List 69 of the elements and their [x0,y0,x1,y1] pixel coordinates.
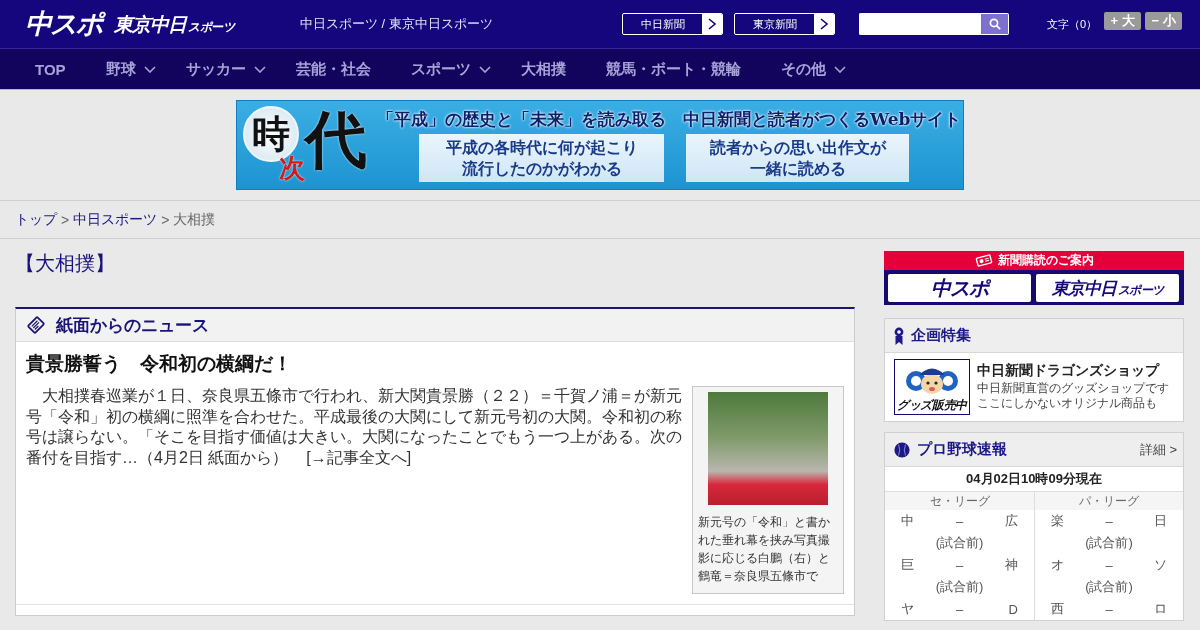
nav-item[interactable]: スポーツ [390,49,501,89]
score: – [1105,557,1113,573]
ribbon-icon [894,326,904,345]
detail-link[interactable]: 詳細 > [1139,440,1177,459]
nav-item[interactable]: 競馬・ボート・競輪 [585,49,761,89]
panel-title: 企画特集 [911,326,971,345]
team-name: オ [1051,556,1064,574]
site-title: 中日スポーツ / 東京中日スポーツ [300,15,494,33]
score: – [955,513,964,529]
breadcrumb-link[interactable]: トップ [15,210,57,229]
ticket-icon [974,254,993,267]
site-logo[interactable]: 東京中日スポーツ [114,14,234,34]
score: – [955,557,964,573]
baseball-icon [894,441,910,458]
team-name: D [1008,601,1018,617]
chevron-right-icon [702,14,722,34]
feature-description: 中日新聞直営のグッズショップです ここにしかないオリジナル商品も [977,381,1169,411]
team-name: ソ [1154,556,1167,574]
banner-panel: 読者からの思い出作文が 一緒に読める [686,134,909,182]
banner-panel: 平成の各時代に何が起こり 流行したのかがわかる [419,134,664,182]
newspaper-logo-button[interactable]: 東京中日スポーツ [1036,274,1179,302]
league-name: パ・リーグ [1035,492,1183,510]
breadcrumb-separator: > [61,211,70,228]
team-name: ロ [1154,600,1167,618]
team-name: 中 [901,512,914,530]
score: – [1105,513,1113,529]
read-more-link[interactable]: [→記事全文へ] [306,448,412,466]
paper-link[interactable]: 東京新聞 [734,13,835,35]
subscription-title: 新聞購読のご案内 [997,252,1094,269]
category-title: 【大相撲】 [15,251,116,275]
panel-title: プロ野球速報 [917,440,1007,459]
score: – [955,601,964,617]
thumbnail-label: グッズ販売中 [897,398,967,413]
subscription-banner[interactable]: 新聞購読のご案内 中スポ 東京中日スポーツ [884,251,1184,305]
shop-thumbnail[interactable]: グッズ販売中 [894,359,970,415]
league-name: セ・リーグ [885,492,1034,510]
chevron-right-icon [814,14,834,34]
breadcrumb-link[interactable]: 中日スポーツ [73,210,158,229]
team-name: 楽 [1051,512,1064,530]
logo-character: 代 [305,109,368,171]
team-name: 神 [1005,556,1018,574]
panel-title: 紙面からのニュース [56,314,209,337]
score: – [1105,601,1113,617]
nav-item[interactable]: 芸能・社会 [275,49,391,89]
nav-item[interactable]: その他 [760,49,856,89]
article-title: 貴景勝誓う 令和初の横綱だ！ [26,352,293,376]
breadcrumb-separator: > [161,211,170,228]
nav-item[interactable]: 野球 [85,49,166,89]
newspaper-icon [26,315,46,335]
team-name: 日 [1154,512,1167,530]
banner-headline: 「平成」の歴史と「未来」を読み取る 中日新聞と読者がつくるWebサイト [377,108,963,130]
nav-item[interactable]: TOP [15,49,86,89]
feature-title[interactable]: 中日新聞ドラゴンズショップ [977,361,1169,379]
game-status: (試合前) [1084,534,1134,552]
nav-item[interactable]: サッカー [165,49,276,89]
article-text: 大相撲春巡業が１日、奈良県五條市で行われ、新大関貴景勝（２２）＝千賀ノ浦＝が新元号「令和」初の横綱に照準を合わせた。平成最後の大関にして新元号初の大関。令和初の称号は譲らない。「そこを目指す価値は大きい。大関になったことでもう一つ上がある。次の番付を目指す…（4月2日 紙面から） [→記事全文へ] [26,386,682,468]
team-name: 広 [1005,512,1018,530]
game-status: (試合前) [934,534,985,552]
photo-caption: 新元号の「令和」と書かれた垂れ幕を挟み写真撮影に応じる白鵬（右）と鶴竜＝奈良県五條市で [698,514,831,585]
team-name: 巨 [901,556,914,574]
paper-link[interactable]: 中日新聞 [622,13,723,35]
team-name: 西 [1051,600,1064,618]
game-status: (試合前) [934,578,985,596]
breadcrumb-current: 大相撲 [173,210,216,229]
nav-item[interactable]: 大相撲 [500,49,586,89]
newspaper-logo-button[interactable]: 中スポ [888,274,1031,302]
font-size-label: 文字（0） [1047,16,1099,32]
game-status: (試合前) [1084,578,1134,596]
team-name: ヤ [901,600,914,618]
